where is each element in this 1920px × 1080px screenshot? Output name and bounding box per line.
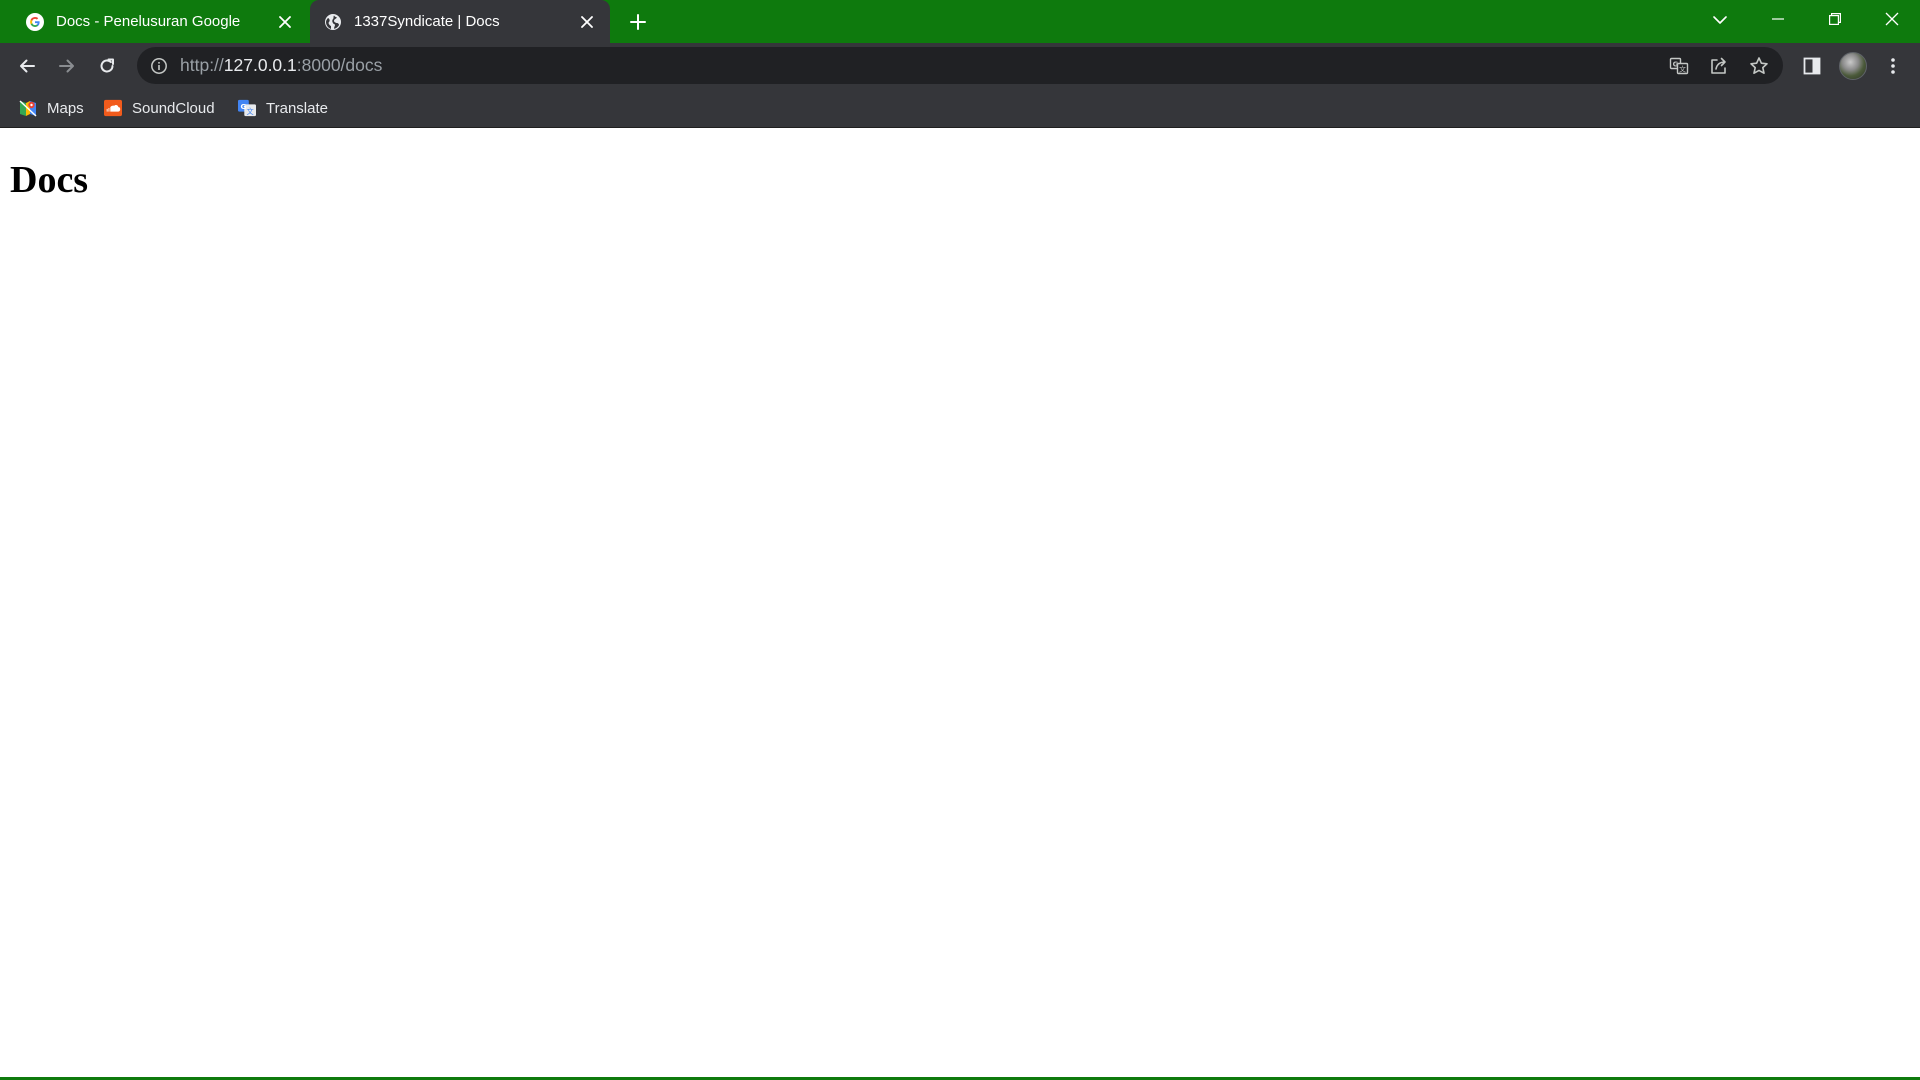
share-button[interactable] (1703, 50, 1735, 82)
forward-button[interactable] (51, 50, 83, 82)
tab-title: 1337Syndicate | Docs (354, 13, 500, 30)
svg-text:G: G (240, 102, 246, 111)
new-tab-button[interactable] (624, 8, 652, 36)
bookmark-soundcloud[interactable]: SoundCloud (104, 95, 215, 121)
reload-button[interactable] (91, 50, 123, 82)
minimize-button[interactable] (1749, 0, 1806, 38)
restore-button[interactable] (1806, 0, 1863, 38)
more-vertical-icon (1891, 58, 1895, 74)
browser-window: Docs - Penelusuran Google 1337Syndicate … (0, 0, 1920, 1080)
close-icon (581, 15, 593, 28)
share-icon (1711, 57, 1726, 74)
url-text[interactable]: http://127.0.0.1:8000/docs (180, 55, 382, 76)
close-tab-button[interactable] (576, 11, 598, 33)
menu-button[interactable] (1877, 50, 1909, 82)
tab-search-button[interactable] (1706, 6, 1734, 34)
star-icon (1750, 56, 1768, 74)
google-icon (26, 12, 44, 31)
svg-text:文: 文 (1679, 64, 1686, 73)
page-title: Docs (10, 159, 89, 201)
translate-icon: G 文 (1669, 57, 1689, 74)
tab-syndicate-docs[interactable]: 1337Syndicate | Docs (310, 0, 610, 43)
page-content: Docs (0, 128, 1920, 1078)
translate-icon: G 文 (238, 99, 256, 117)
tab-google-search[interactable]: Docs - Penelusuran Google (12, 0, 308, 43)
bookmark-label: SoundCloud (132, 99, 215, 117)
svg-text:G: G (1673, 60, 1679, 68)
url-path: :8000/docs (296, 55, 383, 75)
maps-icon (19, 99, 37, 117)
svg-text:文: 文 (247, 107, 254, 116)
url-scheme: http:// (180, 55, 224, 75)
side-panel-icon (1803, 57, 1821, 75)
globe-icon (324, 13, 342, 31)
close-window-button[interactable] (1863, 0, 1920, 38)
info-icon[interactable] (149, 56, 169, 76)
bookmark-maps[interactable]: Maps (19, 95, 84, 121)
close-tab-button[interactable] (274, 11, 296, 33)
bookmarks-bar: Maps SoundCloud G 文 Translate (0, 88, 1920, 128)
tab-strip: Docs - Penelusuran Google 1337Syndicate … (0, 0, 1920, 43)
arrow-left-icon (20, 59, 35, 73)
restore-icon (1828, 13, 1841, 25)
bookmark-star-button[interactable] (1743, 50, 1775, 82)
side-panel-button[interactable] (1796, 50, 1828, 82)
arrow-right-icon (59, 59, 74, 73)
close-icon (279, 15, 291, 28)
omnibox-actions: G 文 (1655, 47, 1775, 84)
translate-page-button[interactable]: G 文 (1663, 50, 1695, 82)
tab-title: Docs - Penelusuran Google (56, 13, 241, 30)
profile-button[interactable] (1837, 50, 1869, 82)
plus-icon (630, 14, 646, 30)
avatar (1839, 52, 1867, 80)
reload-icon (100, 58, 114, 73)
bookmark-translate[interactable]: G 文 Translate (238, 95, 328, 121)
window-controls (1749, 0, 1920, 38)
browser-toolbar: http://127.0.0.1:8000/docs G 文 (0, 43, 1920, 88)
back-button[interactable] (11, 50, 43, 82)
url-host: 127.0.0.1 (223, 55, 297, 75)
chevron-down-icon (1713, 16, 1727, 24)
address-bar[interactable]: http://127.0.0.1:8000/docs G 文 (137, 47, 1783, 84)
bookmark-label: Translate (266, 99, 328, 117)
close-icon (1885, 12, 1898, 26)
bookmark-label: Maps (47, 99, 84, 117)
soundcloud-icon (104, 99, 122, 117)
minimize-icon (1771, 18, 1784, 20)
